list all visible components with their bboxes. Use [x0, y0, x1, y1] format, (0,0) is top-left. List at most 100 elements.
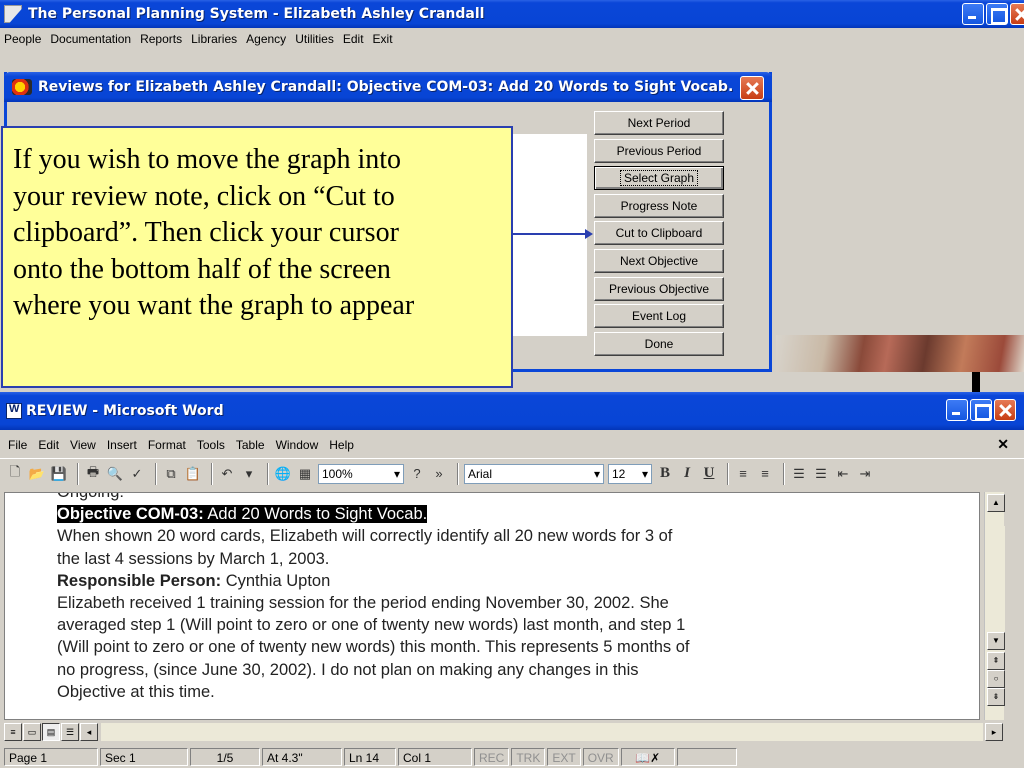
dialog-app-icon — [12, 79, 32, 95]
word-title-bar[interactable]: REVIEW - Microsoft Word — [0, 392, 1024, 430]
dialog-close-icon[interactable] — [740, 76, 764, 100]
hyperlink-icon[interactable]: 🌐 — [274, 465, 292, 483]
maximize-icon[interactable] — [986, 3, 1008, 25]
background-photo — [776, 335, 1024, 372]
horizontal-scroll-track[interactable] — [101, 723, 983, 741]
toolbar-separator — [457, 462, 459, 485]
dialog-button-column: Next Period Previous Period Select Graph… — [594, 111, 724, 359]
menu-file[interactable]: File — [8, 438, 27, 452]
save-icon[interactable]: 💾 — [50, 465, 68, 483]
minimize-icon[interactable] — [946, 399, 968, 421]
cut-to-clipboard-button[interactable]: Cut to Clipboard — [594, 221, 724, 246]
reviews-dialog-title-bar[interactable]: Reviews for Elizabeth Ashley Crandall: O… — [4, 72, 772, 102]
open-folder-icon[interactable]: 📂 — [28, 465, 46, 483]
menu-reports[interactable]: Reports — [140, 32, 182, 46]
numbering-icon[interactable]: ☰ — [790, 465, 808, 483]
menu-tools[interactable]: Tools — [197, 438, 225, 452]
menu-edit[interactable]: Edit — [343, 32, 364, 46]
select-graph-button[interactable]: Select Graph — [594, 166, 724, 191]
app-logo-icon — [4, 5, 22, 23]
close-icon[interactable] — [1010, 3, 1024, 25]
menu-documentation[interactable]: Documentation — [50, 32, 131, 46]
scroll-left-icon[interactable]: ◂ — [80, 723, 98, 741]
new-document-icon[interactable]: 🗋 — [6, 464, 24, 483]
menu-window[interactable]: Window — [276, 438, 319, 452]
font-size-combo[interactable]: 12 ▾ — [608, 463, 652, 484]
event-log-button[interactable]: Event Log — [594, 304, 724, 329]
font-combo[interactable]: Arial ▾ — [464, 463, 604, 484]
progress-note-button[interactable]: Progress Note — [594, 193, 724, 218]
menu-format[interactable]: Format — [148, 438, 186, 452]
undo-dropdown-icon[interactable]: ▾ — [240, 465, 258, 483]
menu-exit[interactable]: Exit — [373, 32, 393, 46]
callout-arrow — [513, 229, 593, 239]
toolbar-separator — [267, 462, 269, 485]
scroll-up-icon[interactable]: ▲ — [987, 494, 1005, 512]
doc-line: no progress, (since June 30, 2002). I do… — [57, 660, 639, 679]
toolbar-separator — [783, 462, 785, 485]
menu-table[interactable]: Table — [236, 438, 265, 452]
document-close-icon[interactable]: ✕ — [997, 436, 1009, 453]
undo-icon[interactable]: ↶ — [218, 465, 236, 483]
decrease-indent-icon[interactable]: ⇤ — [834, 465, 852, 483]
status-rec[interactable]: REC — [474, 748, 510, 766]
maximize-icon[interactable] — [970, 399, 992, 421]
status-ovr[interactable]: OVR — [582, 748, 619, 766]
responsible-line: Responsible Person: Cynthia Upton — [57, 570, 689, 592]
status-page: Page 1 — [4, 748, 98, 766]
bold-button[interactable]: B — [656, 465, 674, 483]
callout-line: clipboard”. Then click your cursor — [13, 217, 399, 248]
status-ext[interactable]: EXT — [547, 748, 581, 766]
help-icon[interactable]: ? — [408, 465, 426, 483]
menu-view[interactable]: View — [70, 438, 96, 452]
menu-help[interactable]: Help — [329, 438, 354, 452]
increase-indent-icon[interactable]: ⇥ — [856, 465, 874, 483]
vertical-scrollbar[interactable]: ▲ ▼ ⇞ ○ ⇟ — [984, 492, 1005, 720]
print-layout-icon[interactable]: ▤ — [42, 723, 60, 741]
minimize-icon[interactable] — [962, 3, 984, 25]
status-bar: Page 1 Sec 1 1/5 At 4.3" Ln 14 Col 1 REC… — [0, 746, 1024, 768]
status-pages: 1/5 — [190, 748, 260, 766]
next-period-button[interactable]: Next Period — [594, 111, 724, 135]
underline-button[interactable]: U — [700, 465, 718, 483]
align-left-icon[interactable]: ≡ — [734, 465, 752, 483]
close-icon[interactable] — [994, 399, 1016, 421]
copy-icon[interactable]: ⧉ — [162, 465, 180, 483]
spelling-icon[interactable]: ✓ — [128, 465, 146, 483]
menu-insert[interactable]: Insert — [107, 438, 137, 452]
document-area[interactable]: Ongoing: Objective COM-03: Add 20 Words … — [4, 492, 980, 720]
print-icon[interactable]: 🖶 — [84, 464, 102, 483]
callout-line: onto the bottom half of the screen — [13, 253, 391, 285]
menu-utilities[interactable]: Utilities — [295, 32, 334, 46]
previous-period-button[interactable]: Previous Period — [594, 138, 724, 163]
doc-line: Objective at this time. — [57, 682, 215, 701]
bullets-icon[interactable]: ☰ — [812, 465, 830, 483]
next-page-icon[interactable]: ⇟ — [987, 688, 1005, 706]
menu-edit[interactable]: Edit — [38, 438, 59, 452]
toolbar-overflow-icon[interactable]: » — [430, 465, 448, 483]
select-browse-object-icon[interactable]: ○ — [987, 670, 1005, 688]
outline-view-icon[interactable]: ☰ — [61, 723, 79, 741]
menu-libraries[interactable]: Libraries — [191, 32, 237, 46]
tables-icon[interactable]: ▦ — [296, 465, 314, 483]
previous-objective-button[interactable]: Previous Objective — [594, 276, 724, 301]
spelling-status-icon[interactable]: 📖✗ — [620, 748, 675, 766]
menu-people[interactable]: People — [4, 32, 41, 46]
zoom-combo[interactable]: 100% ▾ — [318, 463, 404, 484]
status-trk[interactable]: TRK — [511, 748, 546, 766]
scroll-down-icon[interactable]: ▼ — [987, 632, 1005, 650]
previous-page-icon[interactable]: ⇞ — [987, 652, 1005, 670]
scroll-right-icon[interactable]: ▸ — [985, 723, 1003, 741]
italic-button[interactable]: I — [678, 465, 696, 483]
normal-view-icon[interactable]: ≡ — [4, 723, 22, 741]
objective-heading: Objective COM-03: Add 20 Words to Sight … — [57, 503, 689, 525]
done-button[interactable]: Done — [594, 331, 724, 356]
align-center-icon[interactable]: ≡ — [756, 465, 774, 483]
menu-agency[interactable]: Agency — [246, 32, 286, 46]
app-title-bar[interactable]: The Personal Planning System - Elizabeth… — [0, 0, 1024, 28]
next-objective-button[interactable]: Next Objective — [594, 248, 724, 273]
web-layout-icon[interactable]: ▭ — [23, 723, 41, 741]
paste-icon[interactable]: 📋 — [184, 465, 202, 483]
print-preview-icon[interactable]: 🔍 — [106, 465, 124, 483]
word-menu-bar: File Edit View Insert Format Tools Table… — [0, 434, 1024, 456]
